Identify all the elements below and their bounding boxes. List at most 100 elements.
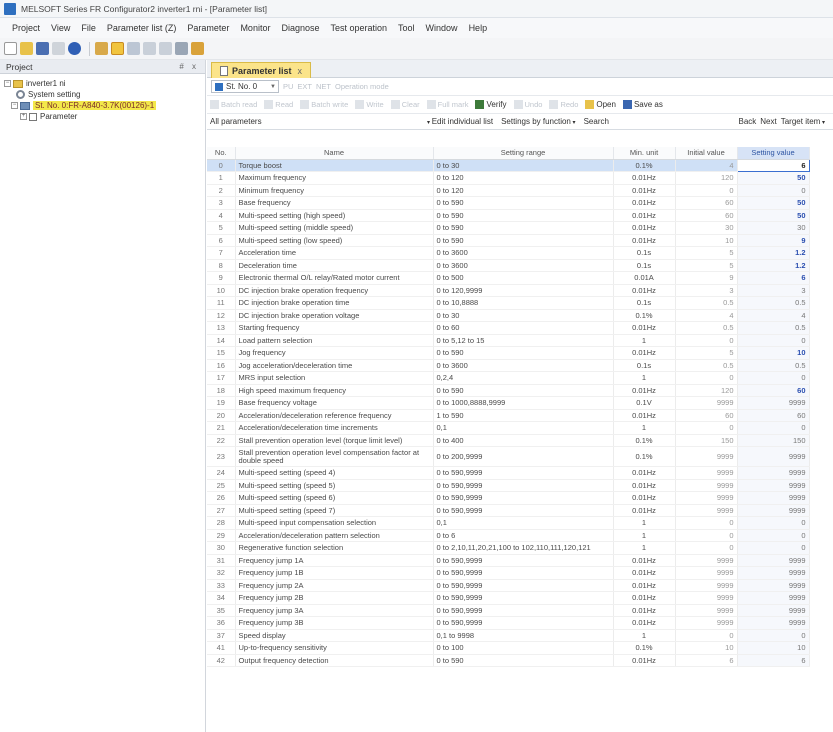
table-row[interactable]: 28 Multi-speed input compensation selecti…: [207, 516, 810, 530]
param-setting-value-cell[interactable]: 150: [737, 434, 810, 447]
table-row[interactable]: 26 Multi-speed setting (speed 6) 0 to 590,…: [207, 491, 810, 505]
table-row[interactable]: 18 High speed maximum frequency 0 to 590 0.…: [207, 384, 810, 397]
tool-icon[interactable]: [175, 42, 188, 55]
param-setting-value-cell[interactable]: 30: [737, 221, 810, 235]
close-icon[interactable]: x: [298, 66, 303, 76]
parameter-function-icon[interactable]: [111, 42, 124, 55]
table-row[interactable]: 11 DC injection brake operation time 0 to …: [207, 296, 810, 310]
help-icon[interactable]: [68, 42, 81, 55]
table-row[interactable]: 27 Multi-speed setting (speed 7) 0 to 590,…: [207, 504, 810, 517]
param-setting-value-cell[interactable]: 10: [737, 346, 810, 360]
table-row[interactable]: 8 Deceleration time 0 to 3600 0.1s 5 1.2: [207, 259, 810, 272]
param-setting-value-cell[interactable]: 0: [737, 629, 810, 642]
table-row[interactable]: 10 DC injection brake operation frequency…: [207, 284, 810, 297]
table-row[interactable]: 1 Maximum frequency 0 to 120 0.01Hz 120 50: [207, 171, 810, 185]
param-setting-value-cell[interactable]: 9999: [737, 579, 810, 592]
param-setting-value-cell[interactable]: 50: [737, 196, 810, 210]
table-row[interactable]: 2 Minimum frequency 0 to 120 0.01Hz 0 0: [207, 184, 810, 197]
param-setting-value-cell[interactable]: 0.5: [737, 359, 810, 372]
table-row[interactable]: 22 Stall prevention operation level (torq…: [207, 434, 810, 447]
tree-station[interactable]: − St. No. 0:FR-A840-3.7K(00126)-1: [4, 100, 205, 111]
test-operation-icon[interactable]: [191, 42, 204, 55]
panel-pin-close-icon[interactable]: # x: [179, 62, 199, 71]
back-button[interactable]: Back: [738, 117, 756, 126]
parameter-list-icon[interactable]: [95, 42, 108, 55]
diagnose-icon[interactable]: [159, 42, 172, 55]
col-header-setting-range[interactable]: Setting range: [433, 147, 614, 160]
param-setting-value-cell[interactable]: 0: [737, 516, 810, 530]
tree-parameter[interactable]: + Parameter: [4, 111, 205, 122]
table-row[interactable]: 13 Starting frequency 0 to 60 0.01Hz 0.5 0.5: [207, 321, 810, 335]
redo-button[interactable]: Redo: [549, 100, 578, 109]
col-header-name[interactable]: Name: [235, 147, 434, 160]
table-row[interactable]: 24 Multi-speed setting (speed 4) 0 to 590,…: [207, 466, 810, 480]
monitor-icon[interactable]: [127, 42, 140, 55]
param-setting-value-cell[interactable]: 9999: [737, 466, 810, 480]
save-as-button[interactable]: Save as: [622, 100, 663, 109]
table-row[interactable]: 31 Frequency jump 1A 0 to 590,9999 0.01Hz 99…: [207, 554, 810, 567]
menu-tool[interactable]: Tool: [398, 23, 415, 33]
menu-view[interactable]: View: [51, 23, 70, 33]
param-setting-value-cell[interactable]: 9999: [737, 446, 810, 467]
table-row[interactable]: 41 Up-to-frequency sensitivity 0 to 100 0.1…: [207, 641, 810, 655]
param-setting-value-cell[interactable]: 60: [737, 384, 810, 397]
table-row[interactable]: 36 Frequency jump 3B 0 to 590,9999 0.01Hz 99…: [207, 616, 810, 630]
table-row[interactable]: 6 Multi-speed setting (low speed) 0 to 590…: [207, 234, 810, 247]
table-row[interactable]: 0 Torque boost 0 to 30 0.1% 4 6: [207, 158, 810, 172]
table-row[interactable]: 37 Speed display 0,1 to 9998 1 0 0: [207, 629, 810, 642]
table-row[interactable]: 25 Multi-speed setting (speed 5) 0 to 590,…: [207, 479, 810, 492]
param-setting-value-cell[interactable]: 9999: [737, 591, 810, 605]
param-setting-value-cell[interactable]: 50: [737, 171, 810, 185]
open-folder-icon[interactable]: [20, 42, 33, 55]
search-button[interactable]: Search: [584, 117, 609, 126]
menu-parameter-list[interactable]: Parameter list (Z): [107, 23, 177, 33]
menu-monitor[interactable]: Monitor: [240, 23, 270, 33]
table-row[interactable]: 12 DC injection brake operation voltage 0 …: [207, 309, 810, 322]
table-row[interactable]: 19 Base frequency voltage 0 to 1000,8888,9…: [207, 396, 810, 410]
graph-icon[interactable]: [143, 42, 156, 55]
table-row[interactable]: 9 Electronic thermal O/L relay/Rated moto…: [207, 271, 810, 285]
write-button[interactable]: Write: [355, 100, 384, 109]
operation-mode-button[interactable]: Operation mode: [335, 82, 389, 91]
ext-mode-button[interactable]: EXT: [297, 82, 312, 91]
table-row[interactable]: 16 Jog acceleration/deceleration time 0 to…: [207, 359, 810, 372]
col-header-initial-value[interactable]: Initial value: [675, 147, 738, 160]
table-row[interactable]: 32 Frequency jump 1B 0 to 590,9999 0.01Hz 99…: [207, 566, 810, 580]
param-setting-value-cell[interactable]: 9: [737, 234, 810, 247]
table-row[interactable]: 3 Base frequency 0 to 590 0.01Hz 60 50: [207, 196, 810, 210]
settings-by-function-button[interactable]: Settings by function ▾: [501, 117, 576, 126]
param-setting-value-cell[interactable]: 9999: [737, 616, 810, 630]
table-row[interactable]: 29 Acceleration/deceleration pattern sele…: [207, 529, 810, 542]
param-setting-value-cell[interactable]: 50: [737, 209, 810, 222]
menu-file[interactable]: File: [81, 23, 96, 33]
target-item-button[interactable]: Target item ▾: [781, 117, 825, 126]
table-row[interactable]: 7 Acceleration time 0 to 3600 0.1s 5 1.2: [207, 246, 810, 260]
verify-button[interactable]: Verify: [475, 100, 507, 109]
param-setting-value-cell[interactable]: 0: [737, 541, 810, 555]
table-row[interactable]: 42 Output frequency detection 0 to 590 0.01…: [207, 654, 810, 667]
clear-button[interactable]: Clear: [390, 100, 420, 109]
pu-mode-button[interactable]: PU: [283, 82, 293, 91]
menu-parameter[interactable]: Parameter: [187, 23, 229, 33]
col-header-setting-value[interactable]: Setting value: [737, 147, 810, 160]
open-button[interactable]: Open: [585, 100, 616, 109]
param-setting-value-cell[interactable]: 9999: [737, 396, 810, 410]
param-setting-value-cell[interactable]: 9999: [737, 479, 810, 492]
menu-diagnose[interactable]: Diagnose: [281, 23, 319, 33]
menu-project[interactable]: Project: [12, 23, 40, 33]
param-setting-value-cell[interactable]: 9999: [737, 554, 810, 567]
collapse-icon[interactable]: −: [4, 80, 11, 87]
table-row[interactable]: 30 Regenerative function selection 0 to 2,…: [207, 541, 810, 555]
parameter-filter-select[interactable]: All parameters: [207, 117, 427, 126]
net-mode-button[interactable]: NET: [316, 82, 331, 91]
col-header-no[interactable]: No.: [207, 147, 236, 160]
param-setting-value-cell[interactable]: 0: [737, 334, 810, 347]
param-setting-value-cell[interactable]: 0: [737, 421, 810, 435]
table-row[interactable]: 20 Acceleration/deceleration reference fr…: [207, 409, 810, 422]
batch-read-button[interactable]: Batch read: [210, 100, 257, 109]
param-setting-value-cell[interactable]: 0: [737, 529, 810, 542]
table-row[interactable]: 4 Multi-speed setting (high speed) 0 to 59…: [207, 209, 810, 222]
table-row[interactable]: 23 Stall prevention operation level compe…: [207, 446, 810, 467]
tree-root[interactable]: − inverter1 ni: [4, 78, 205, 89]
table-row[interactable]: 34 Frequency jump 2B 0 to 590,9999 0.01Hz 99…: [207, 591, 810, 605]
